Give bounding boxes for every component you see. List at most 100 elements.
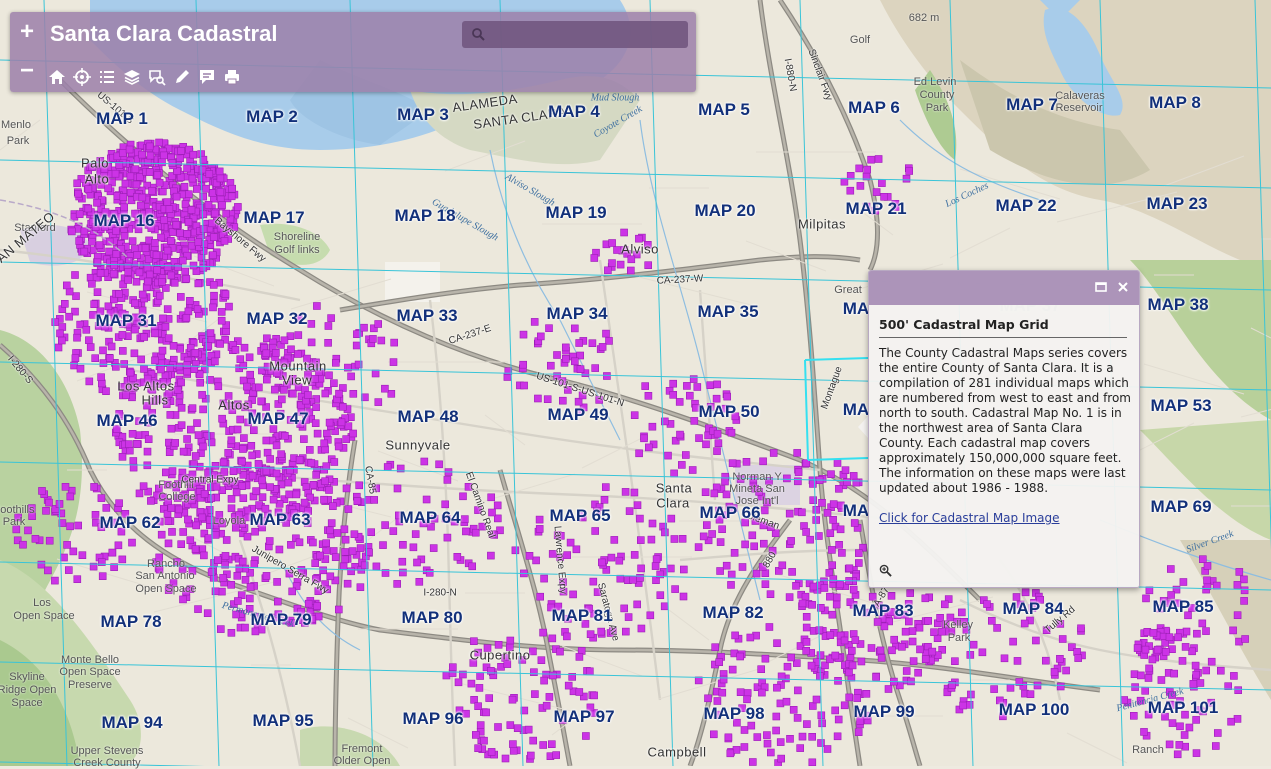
grid-label: MAP 18 bbox=[394, 206, 456, 225]
popup-title: 500' Cadastral Map Grid bbox=[879, 317, 1049, 332]
grid-label: MAP 17 bbox=[243, 208, 305, 227]
grid-label: MAP 4 bbox=[548, 102, 600, 121]
comment-icon bbox=[200, 70, 214, 84]
city-label: Los Altos bbox=[117, 378, 175, 394]
city-label: Sunnyvale bbox=[385, 437, 451, 453]
close-icon[interactable] bbox=[1115, 279, 1131, 295]
grid-label: MAP 94 bbox=[101, 713, 163, 732]
grid-label: MAP 50 bbox=[698, 402, 760, 421]
grid-label: MAP 21 bbox=[845, 199, 907, 218]
grid-label: MAP 48 bbox=[397, 407, 459, 426]
grid-label: MAP 101 bbox=[1147, 698, 1219, 717]
place-label: Park bbox=[925, 102, 949, 114]
place-label: Open Space bbox=[13, 610, 75, 622]
popup-divider bbox=[879, 337, 1127, 338]
zoom-to-icon[interactable] bbox=[879, 564, 892, 577]
grid-label: MAP 100 bbox=[998, 700, 1070, 719]
query-button[interactable] bbox=[146, 66, 168, 88]
grid-label: MAP 69 bbox=[1150, 497, 1212, 516]
place-label: Ridge Open bbox=[0, 684, 57, 696]
search-icon[interactable] bbox=[471, 27, 485, 41]
grid-label: MAP 19 bbox=[545, 203, 607, 222]
grid-label: MAP 31 bbox=[95, 311, 157, 330]
city-label: Cupertino bbox=[469, 647, 531, 663]
road-label: I-280-N bbox=[423, 587, 457, 599]
locate-button[interactable] bbox=[71, 66, 93, 88]
grid-label: MAP 2 bbox=[246, 107, 298, 126]
grid-label: MAP 80 bbox=[401, 608, 463, 627]
draw-button[interactable] bbox=[171, 66, 193, 88]
place-label: Upper Stevens bbox=[70, 745, 144, 757]
grid-label: MAP 53 bbox=[1150, 396, 1212, 415]
place-label: Calaveras bbox=[1055, 90, 1105, 102]
grid-label: MAP 98 bbox=[703, 704, 765, 723]
place-label: Open Space bbox=[135, 583, 197, 595]
grid-label: MAP 82 bbox=[702, 603, 764, 622]
print-icon bbox=[225, 70, 239, 85]
city-label: View bbox=[282, 372, 312, 388]
place-label: Rancho bbox=[147, 558, 185, 570]
grid-label: MAP 7 bbox=[1006, 95, 1058, 114]
legend-button[interactable] bbox=[96, 66, 118, 88]
comment-button[interactable] bbox=[196, 66, 218, 88]
grid-line bbox=[195, 0, 220, 766]
grid-label: MAP 63 bbox=[249, 510, 311, 529]
query-icon bbox=[149, 70, 166, 86]
place-label: 682 m bbox=[908, 12, 940, 24]
grid-label: MAP 1 bbox=[96, 109, 148, 128]
city-label: Milpitas bbox=[797, 216, 847, 232]
grid-label: MAP 78 bbox=[100, 612, 162, 631]
grid-label: MAP 84 bbox=[1002, 599, 1064, 618]
place-label: Ranch bbox=[1132, 744, 1164, 756]
grid-label: MAP 95 bbox=[252, 711, 314, 730]
grid-label: MAP 5 bbox=[698, 100, 750, 119]
place-label: Park bbox=[6, 135, 30, 147]
place-label: Loyola bbox=[212, 515, 246, 527]
road-label: Central Expy bbox=[181, 474, 239, 486]
place-label: Preserve bbox=[67, 679, 113, 691]
grid-label: MAP 22 bbox=[995, 196, 1057, 215]
grid-label: MAP 23 bbox=[1146, 194, 1208, 213]
grid-label: MAP 96 bbox=[402, 709, 464, 728]
grid-line bbox=[649, 0, 674, 766]
zoom-out-button[interactable]: − bbox=[14, 58, 40, 84]
grid-label: MAP 62 bbox=[99, 513, 161, 532]
home-icon bbox=[49, 70, 65, 84]
print-button[interactable] bbox=[221, 66, 243, 88]
grid-label: MAP 38 bbox=[1147, 295, 1209, 314]
place-label: Ed Levin bbox=[913, 76, 957, 88]
place-label: Reservoir bbox=[1055, 102, 1103, 114]
city-label: Clara bbox=[656, 495, 690, 511]
place-label: Golf links bbox=[274, 244, 320, 256]
place-label: Shoreline bbox=[273, 231, 321, 243]
locate-icon bbox=[73, 68, 91, 86]
zoom-in-button[interactable]: + bbox=[14, 19, 40, 45]
place-label: Skyline bbox=[9, 671, 45, 683]
place-label: County bbox=[919, 89, 955, 101]
layers-icon bbox=[124, 70, 140, 85]
grid-line bbox=[0, 761, 205, 766]
grid-label: MAP 47 bbox=[247, 409, 309, 428]
grid-label: MAP 99 bbox=[853, 702, 915, 721]
search-input[interactable] bbox=[462, 21, 688, 48]
grid-label: MAP 49 bbox=[547, 405, 609, 424]
home-button[interactable] bbox=[46, 66, 68, 88]
grid-label: MAP 34 bbox=[546, 304, 608, 323]
cadastral-image-link[interactable]: Click for Cadastral Map Image bbox=[879, 511, 1060, 525]
grid-label: MAP 32 bbox=[246, 309, 308, 328]
layers-button[interactable] bbox=[121, 66, 143, 88]
grid-label: MAP 79 bbox=[250, 610, 312, 629]
city-label: Palo bbox=[80, 155, 110, 171]
place-label: Kelley bbox=[943, 619, 973, 631]
place-label: San Antonio bbox=[135, 570, 195, 582]
place-label: Menlo bbox=[1, 119, 31, 131]
popup-body-text: The County Cadastral Maps series covers … bbox=[879, 346, 1131, 495]
maximize-icon[interactable] bbox=[1093, 279, 1109, 295]
place-label: Mineta San bbox=[729, 483, 785, 495]
place-label: Creek County bbox=[73, 757, 141, 769]
grid-label: MAP 8 bbox=[1149, 93, 1201, 112]
place-label: Open Space bbox=[59, 666, 121, 678]
grid-line bbox=[349, 0, 374, 766]
place-label: Park bbox=[2, 516, 26, 528]
grid-line bbox=[43, 0, 68, 766]
